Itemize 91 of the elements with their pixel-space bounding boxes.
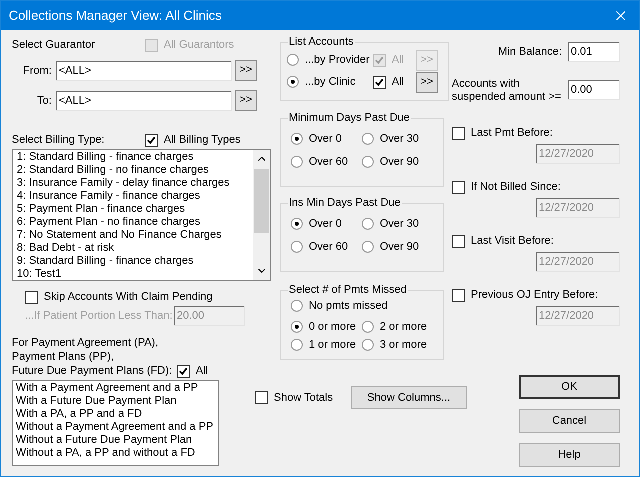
list-item[interactable]: Without a Future Due Payment Plan (16, 434, 218, 447)
list-item[interactable]: With a Payment Agreement and a PP (16, 382, 218, 395)
list-item[interactable]: 8: Bad Debt - at risk (17, 242, 253, 255)
radio-label: 3 or more (380, 338, 428, 352)
radio-button[interactable] (287, 54, 299, 66)
checkbox-label: Last Visit Before: (471, 234, 554, 248)
radio-label: Over 0 (309, 132, 342, 146)
radio-label: ...by Provider (305, 53, 370, 67)
radio-label: Over 0 (309, 217, 342, 231)
checkbox-label: Last Pmt Before: (471, 126, 553, 140)
description-text: For Payment Agreement (PA), (12, 336, 160, 350)
list-item[interactable]: 4: Insurance Family - finance charges (17, 190, 253, 203)
input-field[interactable]: <ALL> (56, 90, 232, 110)
description-text: Payment Plans (PP), (12, 350, 116, 364)
list-item[interactable]: 10: Test1 (17, 268, 253, 281)
radio-button[interactable] (287, 76, 299, 88)
field-label: Min Balance: (498, 45, 562, 59)
window-title: Collections Manager View: All Clinics (9, 8, 222, 22)
list-item[interactable]: 3: Insurance Family - delay finance charges (17, 177, 253, 190)
browse-button[interactable]: >> (235, 60, 257, 81)
radio-button[interactable] (362, 339, 374, 351)
field-label: To: (36, 94, 52, 108)
group-title: Select # of Pmts Missed (289, 284, 407, 296)
radio-button[interactable] (362, 218, 374, 230)
radio-button[interactable] (291, 218, 303, 230)
group-title: List Accounts (289, 36, 354, 48)
radio-label: Over 90 (380, 240, 420, 254)
radio-label: 2 or more (380, 320, 428, 334)
radio-label: Over 90 (380, 155, 420, 169)
list-item[interactable]: 5: Payment Plan - finance charges (17, 203, 253, 216)
show-columns-button[interactable]: Show Columns... (351, 386, 467, 409)
list-item[interactable]: 1: Standard Billing - finance charges (17, 151, 253, 164)
radio-button[interactable] (362, 321, 374, 333)
radio-button[interactable] (362, 133, 374, 145)
checkbox-label: Skip Accounts With Claim Pending (44, 290, 213, 304)
radio-label: Over 30 (380, 132, 420, 146)
radio-button[interactable] (362, 241, 374, 253)
list-item[interactable]: Without a PA, a PP and without a FD (16, 447, 218, 460)
list-item[interactable]: 9: Standard Billing - finance charges (17, 255, 253, 268)
checkbox[interactable] (255, 391, 268, 404)
list-item[interactable]: With a Future Due Payment Plan (16, 395, 218, 408)
field-label: suspended amount >= (452, 91, 562, 104)
radio-button[interactable] (291, 133, 303, 145)
browse-button[interactable]: >> (416, 72, 438, 92)
scrollbar[interactable] (253, 150, 270, 280)
checkbox-label: If Not Billed Since: (471, 180, 561, 194)
checkbox-label: Show Totals (274, 390, 334, 404)
radio-label: Over 30 (380, 217, 420, 231)
list-item[interactable]: 2: Standard Billing - no finance charges (17, 164, 253, 177)
radio-button[interactable] (291, 300, 303, 312)
checkbox[interactable] (177, 364, 190, 378)
radio-button[interactable] (362, 156, 374, 168)
radio-label: 1 or more (309, 338, 356, 352)
checkbox-label: Previous OJ Entry Before: (471, 288, 598, 302)
radio-label: Over 60 (309, 155, 348, 169)
input-field[interactable]: 0.00 (568, 80, 620, 100)
radio-label: 0 or more (309, 320, 356, 334)
dialog-button[interactable]: OK (519, 375, 620, 399)
radio-button[interactable] (291, 156, 303, 168)
radio-button[interactable] (291, 241, 303, 253)
dialog-button[interactable]: Help (519, 443, 620, 467)
list-item[interactable]: Without a Payment Agreement and a PP (16, 421, 218, 434)
radio-label: ...by Clinic (305, 75, 356, 89)
checkbox[interactable] (25, 290, 38, 304)
checkbox-label: All Guarantors (164, 38, 234, 52)
checkbox-label: All (392, 53, 404, 67)
group-title: Ins Min Days Past Due (289, 197, 401, 209)
description-text: Future Due Payment Plans (FD): (12, 364, 174, 378)
group-title: Minimum Days Past Due (289, 112, 410, 124)
dialog-button[interactable]: Cancel (519, 409, 620, 433)
input-field[interactable]: 0.01 (568, 42, 620, 62)
checkbox[interactable] (373, 76, 386, 88)
list-item[interactable]: 7: No Statement and No Finance Charges (17, 229, 253, 242)
field-label: From: (22, 64, 52, 78)
section-label: Select Billing Type: (12, 133, 106, 147)
browse-button[interactable]: >> (235, 90, 257, 111)
checkbox[interactable] (145, 134, 158, 146)
section-label: Select Guarantor (12, 38, 96, 52)
radio-label: Over 60 (309, 240, 348, 254)
list-item[interactable]: With a PA, a PP and a FD (16, 408, 218, 421)
field-label: ...If Patient Portion Less Than: (25, 309, 174, 323)
checkbox-label: All Billing Types (164, 133, 241, 147)
scrollbar-thumb[interactable] (254, 169, 269, 233)
radio-button[interactable] (291, 339, 303, 351)
input-field[interactable]: <ALL> (56, 60, 232, 80)
radio-button[interactable] (291, 321, 303, 333)
list-item[interactable]: 6: Payment Plan - no finance charges (17, 216, 253, 229)
checkbox-label: All (392, 75, 404, 89)
field-label: Accounts with (452, 78, 521, 91)
radio-label: No pmts missed (309, 299, 388, 313)
checkbox-label: All (196, 364, 208, 378)
